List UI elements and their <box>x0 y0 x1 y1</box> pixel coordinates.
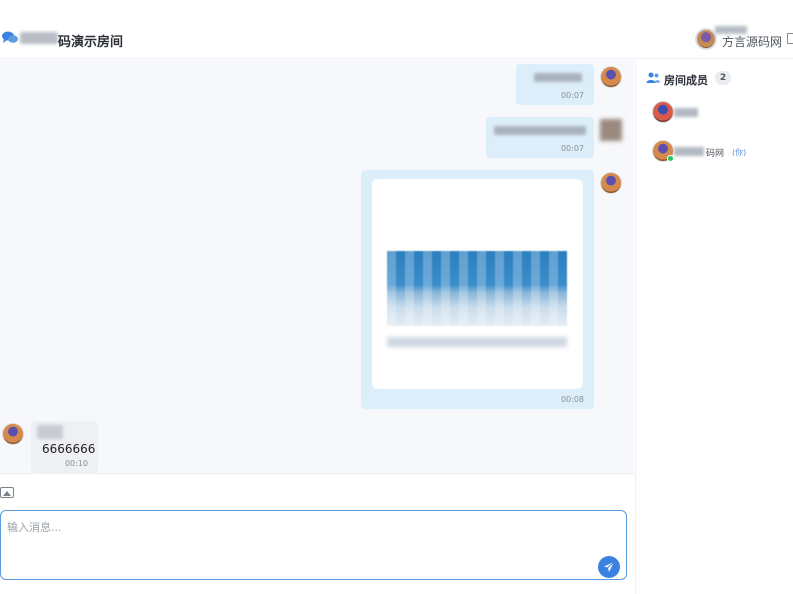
message-time: 00:08 <box>560 395 584 404</box>
member-item[interactable] <box>636 101 793 125</box>
members-sidebar: 房间成员 2 码网 (你) <box>635 60 793 594</box>
sender-name-blurred <box>37 425 63 439</box>
room-title: 码演示房间 <box>58 35 124 50</box>
chat-app: 码演示房间 方言源码网 00:07 00:07 00:08 00:10 6666… <box>0 0 793 594</box>
message-input[interactable] <box>7 519 587 574</box>
members-title: 房间成员 <box>664 74 708 87</box>
image-upload-icon[interactable] <box>0 487 14 498</box>
current-user-name[interactable]: 方言源码网 <box>722 33 782 50</box>
message-text-blurred <box>494 126 586 135</box>
chat-bubbles-icon <box>2 31 18 43</box>
users-icon <box>646 72 660 83</box>
image-caption-blurred <box>387 337 567 347</box>
member-name-blurred <box>674 147 704 156</box>
message-bubble[interactable]: 00:07 <box>486 117 594 158</box>
sender-avatar[interactable] <box>600 172 622 194</box>
send-button[interactable] <box>598 556 620 578</box>
message-list[interactable]: 00:07 00:07 00:08 00:10 6666666 <box>0 60 634 473</box>
input-toolbar <box>0 473 634 509</box>
logout-icon[interactable] <box>787 33 793 44</box>
member-avatar <box>652 101 674 123</box>
send-icon <box>604 561 615 572</box>
sender-avatar-blurred[interactable] <box>600 119 622 141</box>
message-text: 6666666 <box>42 442 96 456</box>
message-time: 00:07 <box>560 91 584 100</box>
room-title-blurred <box>20 32 58 44</box>
message-text-blurred <box>534 73 582 82</box>
you-tag: (你) <box>732 148 747 157</box>
room-header: 码演示房间 方言源码网 <box>0 0 793 59</box>
member-name-blurred <box>674 108 698 117</box>
shared-image[interactable] <box>372 179 583 389</box>
image-content-blurred <box>387 251 567 326</box>
message-bubble[interactable]: 00:07 <box>516 64 594 105</box>
message-time: 00:10 <box>64 459 88 468</box>
sender-avatar[interactable] <box>2 423 24 445</box>
message-time: 00:07 <box>560 144 584 153</box>
message-input-box[interactable] <box>0 510 627 580</box>
member-item[interactable]: 码网 (你) <box>636 140 793 164</box>
online-status-dot <box>667 155 674 162</box>
current-user-avatar[interactable] <box>695 28 717 50</box>
member-name: 码网 <box>706 149 725 159</box>
sender-avatar[interactable] <box>600 66 622 88</box>
member-count-badge: 2 <box>715 71 731 85</box>
